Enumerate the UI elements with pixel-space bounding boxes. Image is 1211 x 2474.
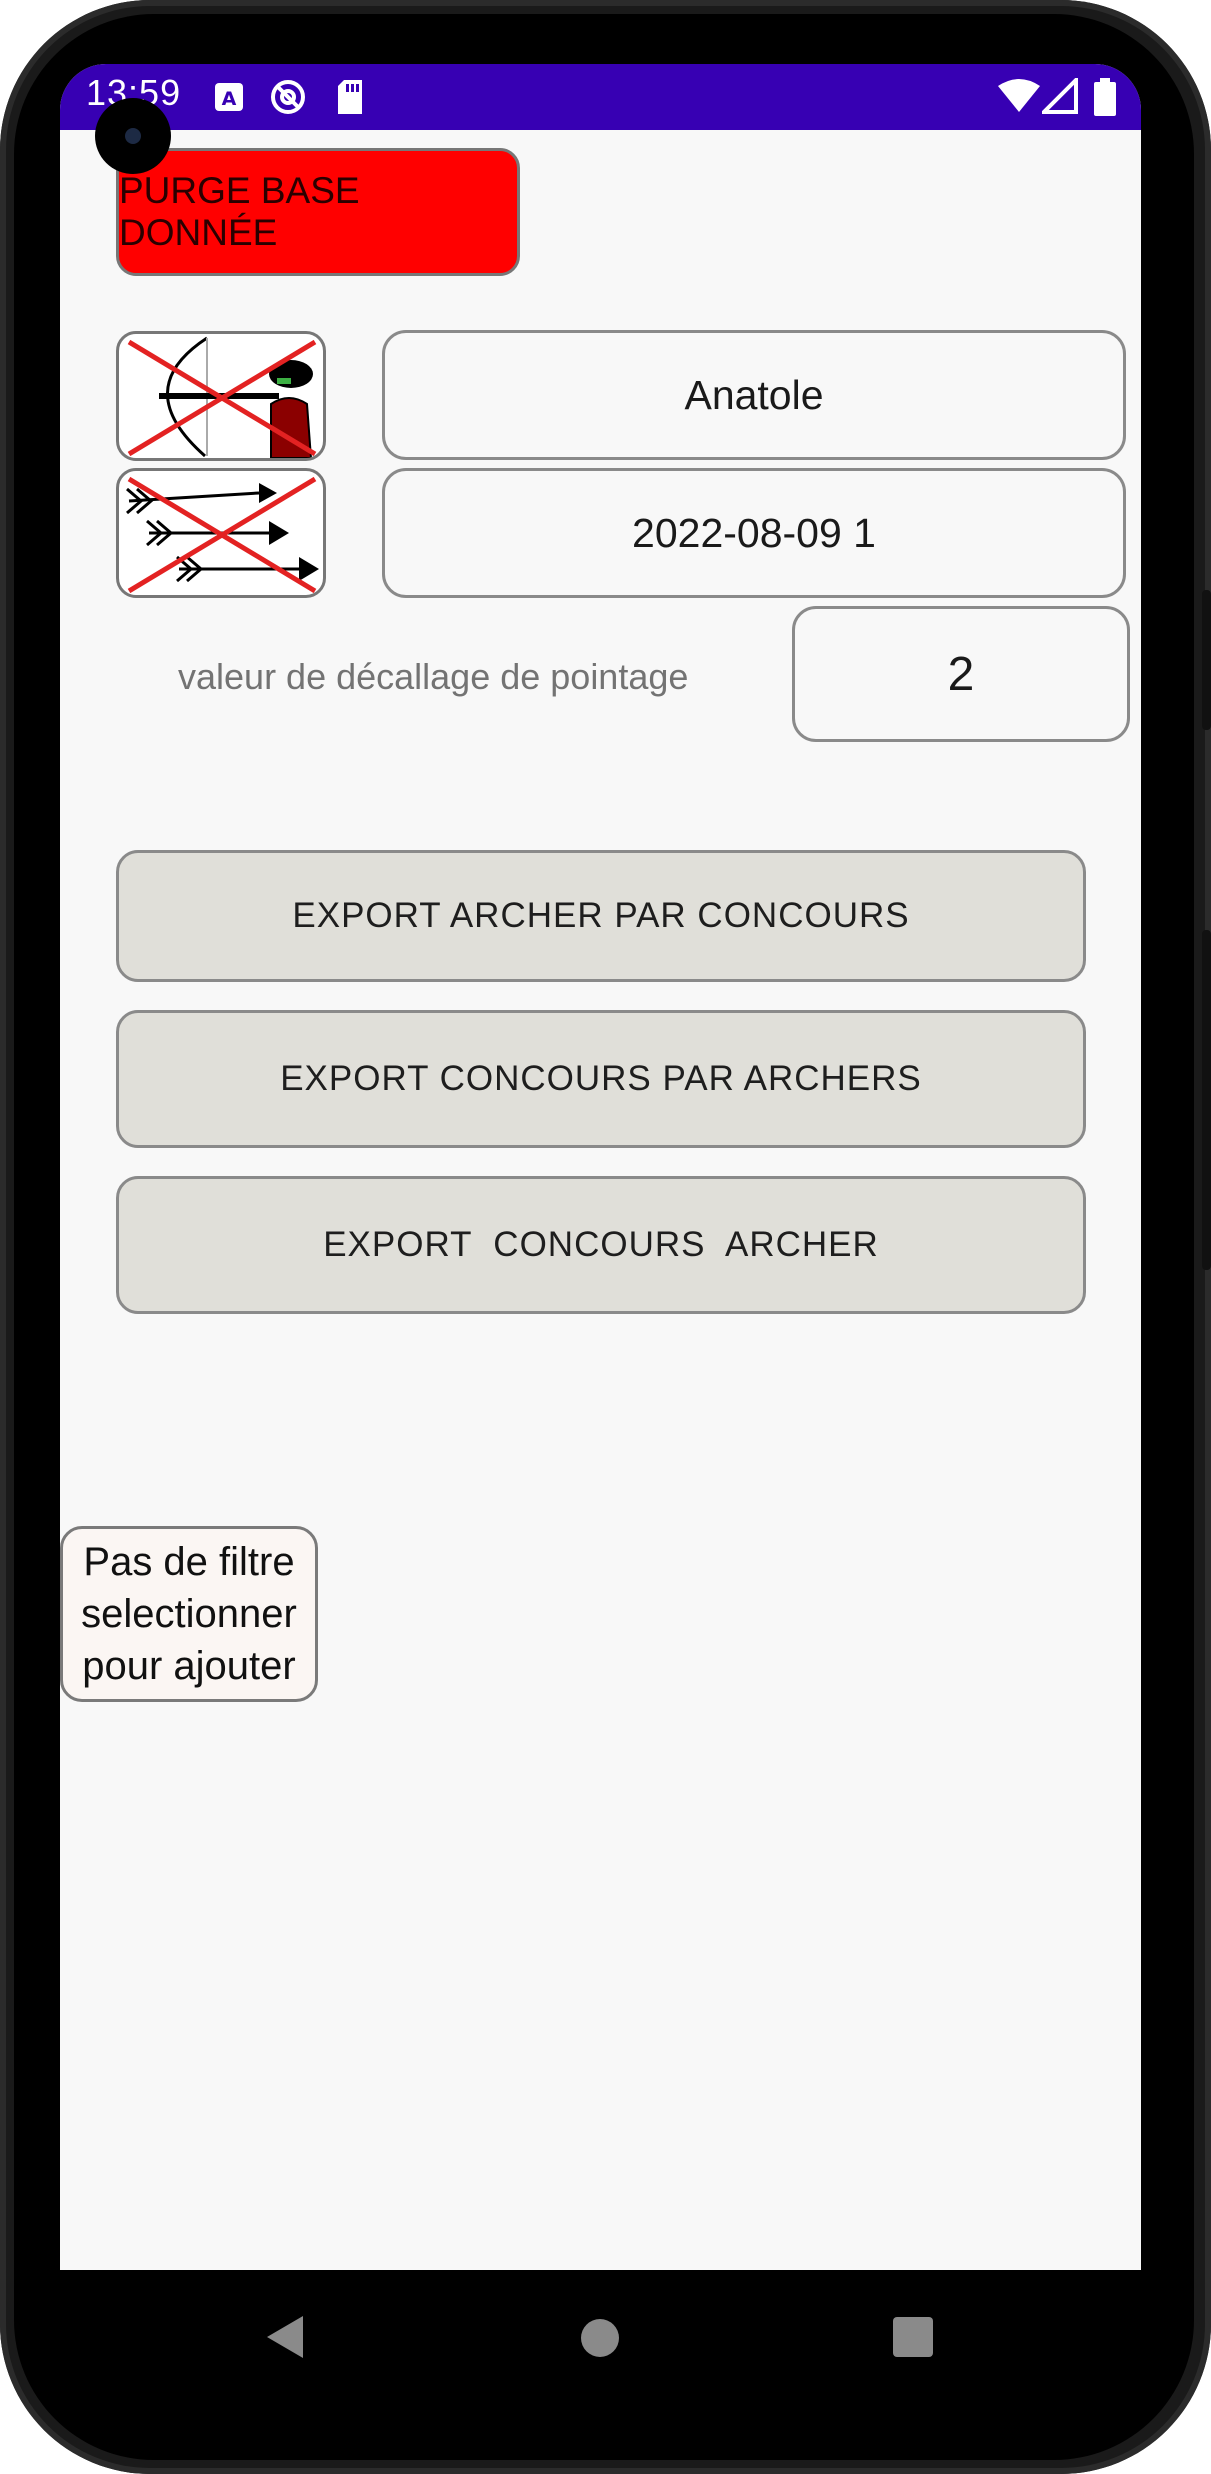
status-bar: 13:59 A — [60, 64, 1141, 130]
signal-icon — [1039, 75, 1078, 118]
at-circle-icon — [269, 78, 307, 120]
filter-line-2: selectionner — [81, 1592, 297, 1636]
purge-database-button[interactable]: PURGE BASE DONNÉE — [116, 148, 520, 276]
arrows-filter-button[interactable] — [116, 468, 326, 598]
filter-line-1: Pas de filtre — [83, 1540, 295, 1584]
export-concours-par-archers-button[interactable]: EXPORT CONCOURS PAR ARCHERS — [116, 1010, 1086, 1148]
offset-label: valeur de décallage de pointage — [178, 656, 689, 697]
back-icon[interactable] — [265, 2314, 305, 2364]
concours-field[interactable]: 2022-08-09 1 — [382, 468, 1126, 598]
offset-input[interactable]: 2 — [792, 606, 1130, 742]
export-concours-archer-button[interactable]: EXPORT CONCOURS ARCHER — [116, 1176, 1086, 1314]
filter-button[interactable]: Pas de filtre selectionner pour ajouter — [60, 1526, 318, 1702]
front-camera — [95, 98, 171, 174]
a-icon: A — [214, 82, 244, 116]
export-archer-par-concours-button[interactable]: EXPORT ARCHER PAR CONCOURS — [116, 850, 1086, 982]
volume-button — [1202, 930, 1211, 1270]
filter-line-3: pour ajouter — [82, 1644, 296, 1688]
power-button — [1202, 590, 1211, 730]
sd-card-icon — [336, 80, 364, 118]
svg-text:A: A — [222, 88, 237, 110]
archer-filter-button[interactable] — [116, 331, 326, 461]
arrows-icon — [126, 476, 319, 594]
navigation-bar — [60, 2270, 1141, 2410]
recents-icon[interactable] — [892, 2316, 934, 2362]
archer-bow-icon — [127, 336, 317, 458]
wifi-icon — [998, 78, 1040, 118]
battery-icon — [1094, 78, 1116, 120]
home-icon[interactable] — [580, 2318, 620, 2362]
screen: 13:59 A PURGE BASE DONNÉE Anatole 2022-0… — [60, 64, 1141, 2270]
archer-name-field[interactable]: Anatole — [382, 330, 1126, 460]
